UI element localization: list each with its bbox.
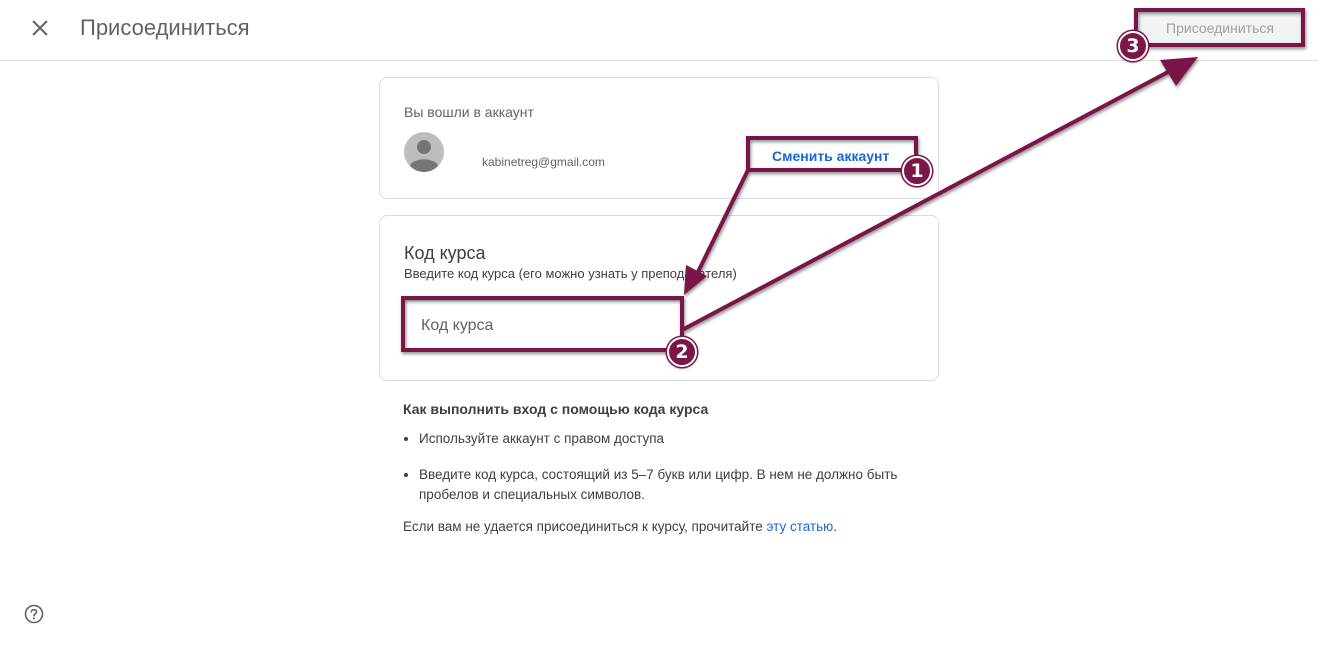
course-code-card: Код курса Введите код курса (его можно у… [379,215,939,381]
help-footer-text: Если вам не удается присоединиться к кур… [403,519,767,534]
account-email: kabinetreg@gmail.com [482,155,605,169]
page-title: Присоединиться [80,15,250,40]
help-article-link[interactable]: эту статью [767,519,834,534]
help-footer: Если вам не удается присоединиться к кур… [403,517,923,537]
close-icon [32,20,48,36]
course-code-subtitle: Введите код курса (его можно узнать у пр… [404,266,737,281]
help-title: Как выполнить вход с помощью кода курса [403,401,709,417]
annotation-badge-2: 2 [667,337,697,367]
signed-in-label: Вы вошли в аккаунт [404,104,534,120]
account-avatar [404,132,444,172]
switch-account-link[interactable]: Сменить аккаунт [772,148,889,164]
account-card: Вы вошли в аккаунт kabinetreg@gmail.com … [379,77,939,199]
course-code-title: Код курса [404,243,486,263]
help-list: Используйте аккаунт с правом доступа Вве… [403,429,923,505]
help-section: Как выполнить вход с помощью кода курса … [403,400,923,537]
course-code-input[interactable] [404,300,682,352]
help-circle-icon[interactable] [24,604,44,624]
annotation-badge-3: 3 [1118,31,1148,61]
help-footer-end: . [833,519,838,534]
join-button[interactable]: Присоединиться [1139,11,1301,44]
arrow-head-2 [1160,57,1198,86]
help-bullet: Введите код курса, состоящий из 5–7 букв… [419,465,923,505]
help-bullet: Используйте аккаунт с правом доступа [419,429,923,449]
join-class-page: Присоединиться Присоединиться Вы вошли в… [0,0,1318,648]
close-button[interactable] [26,14,54,42]
annotation-badge-1: 1 [902,156,932,186]
